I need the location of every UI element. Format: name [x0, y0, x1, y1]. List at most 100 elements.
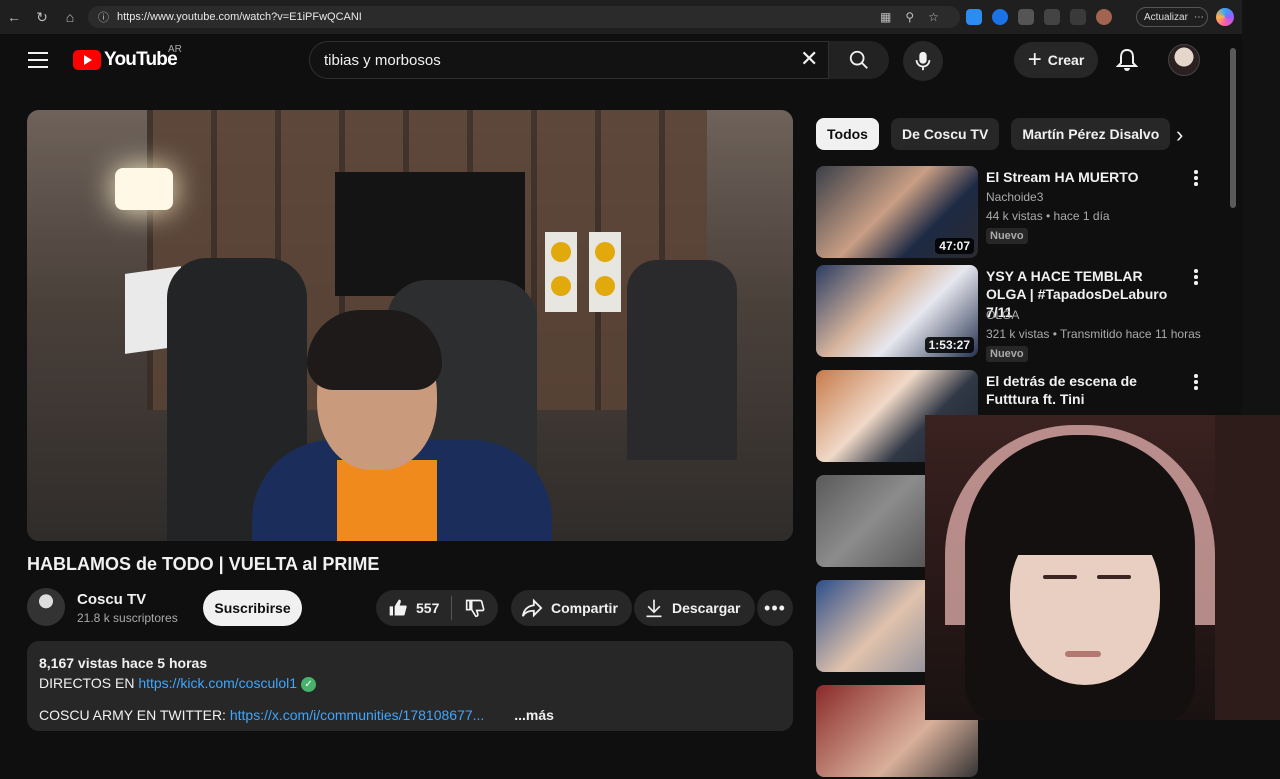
create-button[interactable]: + Crear: [1014, 42, 1098, 78]
zoom-icon[interactable]: ⚲: [905, 10, 914, 24]
clear-search-icon[interactable]: ✕: [800, 48, 818, 70]
video-frame-speaker: [589, 232, 621, 312]
video-title: HABLAMOS de TODO | VUELTA al PRIME: [27, 554, 380, 574]
more-options-icon[interactable]: [1192, 170, 1200, 186]
like-dislike-group: 557: [376, 590, 498, 626]
app-available-icon[interactable]: ▦: [880, 10, 891, 24]
twitter-link[interactable]: https://x.com/i/communities/178108677...: [230, 707, 484, 723]
description-line: DIRECTOS EN https://kick.com/cosculol1 ✓: [39, 673, 781, 693]
video-player[interactable]: [27, 110, 793, 541]
extension-icon[interactable]: [966, 9, 982, 25]
like-button[interactable]: 557: [376, 596, 452, 620]
download-icon: [646, 599, 662, 618]
video-thumbnail[interactable]: 1:53:27: [816, 265, 978, 357]
split-screen-icon[interactable]: [1044, 9, 1060, 25]
like-count: 557: [416, 600, 440, 616]
extensions-puzzle-icon[interactable]: [1018, 9, 1034, 25]
search-input[interactable]: tibias y morbosos: [309, 41, 829, 79]
video-thumbnail[interactable]: 47:07: [816, 166, 978, 258]
download-label: Descargar: [672, 600, 741, 616]
more-actions-button[interactable]: •••: [757, 590, 793, 626]
recommendation-meta: 44 k vistas • hace 1 día: [986, 209, 1110, 223]
video-frame-person: [337, 460, 437, 541]
update-button[interactable]: Actualizar ⋯: [1136, 7, 1208, 27]
youtube-logo[interactable]: YouTube: [73, 49, 178, 71]
channel-avatar[interactable]: [27, 588, 65, 626]
account-avatar[interactable]: [1168, 44, 1200, 76]
more-options-icon[interactable]: [1192, 374, 1200, 390]
search-button[interactable]: [829, 41, 889, 79]
site-info-icon[interactable]: ⓘ: [98, 9, 109, 25]
verified-check-icon: ✓: [301, 676, 317, 692]
download-button[interactable]: Descargar: [634, 590, 755, 626]
thumbs-up-icon: [389, 599, 407, 616]
favorites-icon[interactable]: [1070, 9, 1086, 25]
video-frame-lamp: [115, 168, 173, 210]
new-badge: Nuevo: [986, 228, 1028, 244]
webcam-overlay: [925, 415, 1280, 720]
address-bar[interactable]: ⓘ https://www.youtube.com/watch?v=E1iPFw…: [88, 6, 960, 28]
more-icon: ⋯: [1193, 11, 1204, 23]
share-label: Compartir: [551, 600, 618, 616]
webcam-person: [1065, 651, 1101, 657]
recommendation-channel[interactable]: OLGA: [986, 308, 1019, 322]
favorite-star-icon[interactable]: ☆: [928, 10, 939, 24]
subscribe-button[interactable]: Suscribirse: [203, 590, 302, 626]
country-code: AR: [168, 44, 182, 55]
video-frame-tv: [335, 172, 525, 296]
profile-icon[interactable]: [1096, 9, 1112, 25]
update-label: Actualizar: [1144, 11, 1188, 23]
search-query: tibias y morbosos: [324, 51, 441, 69]
dislike-button[interactable]: [452, 598, 498, 618]
share-button[interactable]: Compartir: [511, 590, 632, 626]
recommendation-meta: 321 k vistas • Transmitido hace 11 horas: [986, 327, 1201, 341]
recommendation-channel[interactable]: Nachoide3: [986, 190, 1043, 204]
description-text: DIRECTOS EN: [39, 675, 139, 691]
home-icon[interactable]: ⌂: [56, 0, 84, 34]
menu-icon[interactable]: [28, 52, 48, 68]
back-icon[interactable]: ←: [0, 0, 28, 34]
search-icon: [849, 50, 868, 69]
plus-icon: +: [1027, 46, 1042, 73]
webcam-person: [1097, 575, 1131, 579]
chip-martin-perez-disalvo[interactable]: Martín Pérez Disalvo: [1011, 118, 1171, 150]
copilot-icon[interactable]: [1216, 8, 1234, 26]
description-box[interactable]: 8,167 vistas hace 5 horas DIRECTOS EN ht…: [27, 641, 793, 731]
webcam-background: [1215, 415, 1280, 720]
description-text: COSCU ARMY EN TWITTER:: [39, 707, 230, 723]
webcam-person: [995, 485, 1175, 555]
notifications-bell-icon[interactable]: [1115, 48, 1139, 77]
share-icon: [521, 598, 543, 618]
description-line: COSCU ARMY EN TWITTER: https://x.com/i/c…: [39, 705, 781, 725]
recommendation-item[interactable]: 1:53:27 YSY A HACE TEMBLAR OLGA | #Tapad…: [816, 265, 1226, 362]
new-badge: Nuevo: [986, 346, 1028, 362]
filter-chips: Todos De Coscu TV Martín Pérez Disalvo: [816, 118, 1171, 150]
view-stats: 8,167 vistas hace 5 horas: [39, 655, 208, 671]
voice-search-button[interactable]: [903, 41, 943, 81]
reload-icon[interactable]: ↻: [28, 0, 56, 34]
video-duration: 47:07: [935, 238, 974, 254]
youtube-play-icon: [73, 50, 101, 70]
channel-name[interactable]: Coscu TV: [77, 591, 146, 608]
chip-todos[interactable]: Todos: [816, 118, 879, 150]
video-frame-chair: [627, 260, 737, 460]
logo-text: YouTube: [104, 49, 178, 70]
recommendation-title[interactable]: El detrás de escena de Futttura ft. Tini: [986, 372, 1186, 408]
webcam-person: [1043, 575, 1077, 579]
show-more-button[interactable]: ...más: [514, 707, 554, 723]
create-label: Crear: [1047, 52, 1085, 68]
video-duration: 1:53:27: [924, 337, 974, 353]
chip-de-coscu-tv[interactable]: De Coscu TV: [890, 118, 1000, 150]
microphone-icon: [915, 51, 931, 71]
recommendation-title[interactable]: El Stream HA MUERTO: [986, 168, 1186, 186]
address-url: https://www.youtube.com/watch?v=E1iPFwQC…: [117, 11, 362, 23]
video-frame-speaker: [545, 232, 577, 312]
kick-link[interactable]: https://kick.com/cosculol1: [138, 675, 297, 691]
thumbs-down-icon: [465, 599, 485, 618]
extension-icon[interactable]: [992, 9, 1008, 25]
subscriber-count: 21.8 k suscriptores: [77, 611, 178, 625]
youtube-header: YouTube AR tibias y morbosos ✕ + Crear: [0, 34, 1242, 86]
chevron-right-icon[interactable]: ›: [1176, 122, 1183, 148]
more-options-icon[interactable]: [1192, 269, 1200, 285]
recommendation-item[interactable]: 47:07 El Stream HA MUERTO Nachoide3 44 k…: [816, 166, 1226, 260]
